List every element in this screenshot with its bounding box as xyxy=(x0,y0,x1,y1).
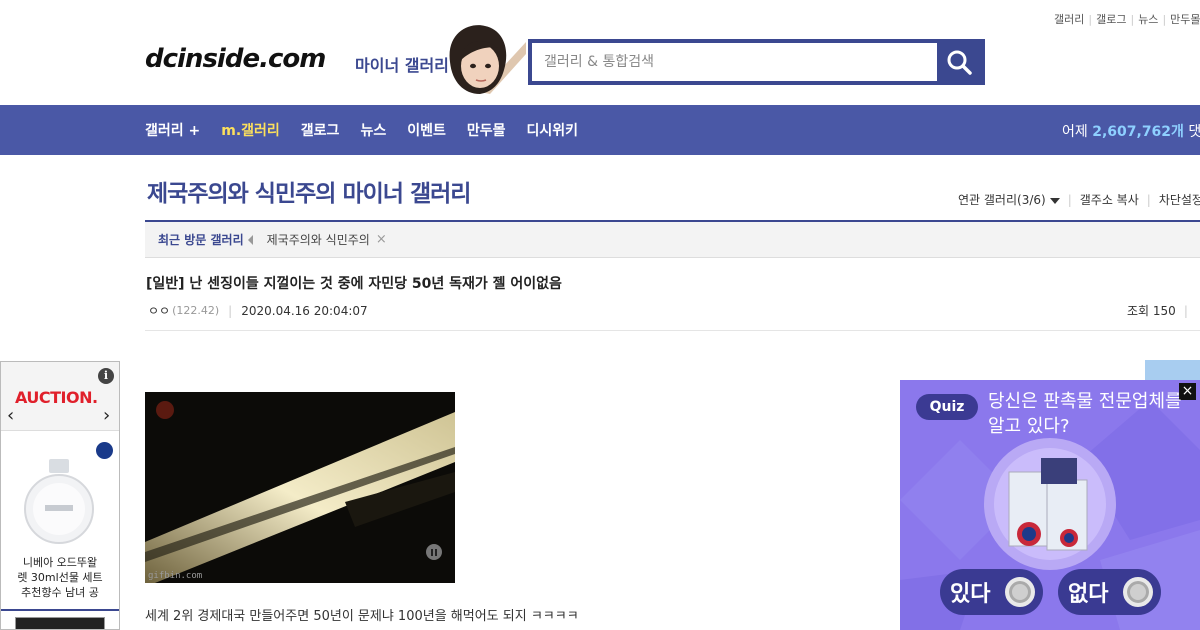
next-product-image xyxy=(15,617,105,629)
post-author-ip: (122.42) xyxy=(172,304,220,317)
post-views: 조회 150 | xyxy=(1127,302,1196,319)
separator: | xyxy=(228,303,233,318)
ad-header: AUCTION. i ‹ › xyxy=(1,362,119,431)
top-link-gallog[interactable]: 갤로그 xyxy=(1096,13,1126,26)
separator: | xyxy=(1146,192,1151,207)
radio-icon xyxy=(1123,577,1153,607)
search-input[interactable] xyxy=(532,43,937,81)
separator: | xyxy=(1088,13,1093,26)
search-button[interactable] xyxy=(937,43,981,81)
close-icon[interactable]: × xyxy=(376,232,387,247)
yesterday-stats: 어제 2,607,762개 댓글 xyxy=(1062,121,1200,141)
nav-wiki[interactable]: 디시위키 xyxy=(526,120,578,140)
nav-mall[interactable]: 만두몰 xyxy=(467,120,506,140)
ad-caption: 니베아 오드뚜왈 렛 30ml선물 세트 추천향수 남녀 공 xyxy=(1,555,119,600)
nav-event[interactable]: 이벤트 xyxy=(407,120,446,140)
copy-address-link[interactable]: 갤주소 복사 xyxy=(1080,191,1139,208)
top-link-gallery[interactable]: 갤러리 xyxy=(1054,13,1084,26)
related-galleries-button[interactable]: 연관 갤러리(3/6) xyxy=(958,191,1060,208)
ad-caption-line: 니베아 오드뚜왈 xyxy=(22,556,98,569)
auction-logo: AUCTION. xyxy=(15,388,98,407)
block-settings-link[interactable]: 차단설정 xyxy=(1159,191,1200,208)
ad-divider xyxy=(1,609,119,611)
separator: | xyxy=(1067,192,1072,207)
main-nav: 갤러리 + m.갤러리 갤로그 뉴스 이벤트 만두몰 디시위키 어제 2,607… xyxy=(0,105,1200,155)
search-box xyxy=(528,39,985,85)
nav-gallog[interactable]: 갤로그 xyxy=(301,120,340,140)
divider xyxy=(145,330,1200,331)
quiz-yes-button[interactable]: 있다 xyxy=(940,569,1043,615)
post-gif-image[interactable]: gifbin.com xyxy=(145,392,455,583)
site-logo[interactable]: dcinside.com xyxy=(145,44,326,74)
gif-frame xyxy=(145,392,455,583)
ad-caption-line: 렛 30ml선물 세트 xyxy=(17,571,103,584)
nav-news[interactable]: 뉴스 xyxy=(360,120,386,140)
caret-down-icon xyxy=(1049,198,1060,204)
ad-caption-line: 추천향수 남녀 공 xyxy=(21,586,99,599)
left-side-ad[interactable]: AUCTION. i ‹ › 니베아 오드뚜왈 렛 30ml선물 세트 추천향수… xyxy=(0,361,120,630)
recent-galleries-label: 최근 방문 갤러리 xyxy=(158,233,244,247)
mascot-avatar xyxy=(440,22,526,98)
stats-suffix: 댓글 xyxy=(1188,124,1200,140)
quiz-yes-label: 있다 xyxy=(950,582,991,607)
gif-credit: gifbin.com xyxy=(148,571,203,581)
separator: | xyxy=(1162,13,1167,26)
post-date: 2020.04.16 20:04:07 xyxy=(241,303,368,318)
search-icon xyxy=(947,50,972,75)
stats-prefix: 어제 xyxy=(1062,124,1088,140)
minor-gallery-label[interactable]: 마이너 갤러리 xyxy=(355,52,449,76)
info-icon[interactable]: i xyxy=(98,368,114,384)
stats-value: 2,607,762개 xyxy=(1092,124,1184,140)
top-link-news[interactable]: 뉴스 xyxy=(1138,13,1158,26)
quiz-tag: Quiz xyxy=(916,394,978,420)
recent-gallery-item[interactable]: 제국주의와 식민주의 xyxy=(267,231,370,248)
gallery-links: 연관 갤러리(3/6) | 갤주소 복사 | 차단설정 xyxy=(958,191,1200,208)
nav-gallery-plus[interactable]: 갤러리 + xyxy=(145,120,200,140)
post-author[interactable]: ㅇㅇ xyxy=(148,302,170,319)
recent-galleries-bar: 최근 방문 갤러리 제국주의와 식민주의 × xyxy=(145,220,1200,258)
caret-left-icon[interactable] xyxy=(247,234,253,245)
top-link-mall[interactable]: 만두몰 xyxy=(1170,13,1200,26)
quiz-question: 당신은 판촉물 전문업체를 알고 있다? xyxy=(988,391,1182,437)
quiz-no-button[interactable]: 없다 xyxy=(1058,569,1161,615)
chevron-left-icon[interactable]: ‹ xyxy=(7,407,14,425)
post-title: [일반] 난 센징이들 지껄이는 것 중에 자민당 50년 독재가 젤 어이없음 xyxy=(146,276,562,292)
post-body-text: 세계 2위 경제대국 만들어주면 50년이 문제냐 100년을 해먹어도 되지 … xyxy=(145,609,579,624)
related-galleries-label: 연관 갤러리(3/6) xyxy=(958,193,1046,207)
side-tab xyxy=(1145,360,1200,380)
post-meta: ㅇㅇ (122.42) | 2020.04.16 20:04:07 xyxy=(148,302,368,319)
separator: | xyxy=(1183,304,1188,318)
nav-minor-gallery[interactable]: m.갤러리 xyxy=(221,120,280,140)
top-utility-links: 갤러리 | 갤로그 | 뉴스 | 만두몰 xyxy=(1054,11,1200,27)
pause-icon[interactable] xyxy=(426,544,442,560)
quiz-product-image xyxy=(984,438,1116,570)
quiz-ad[interactable]: × Quiz 당신은 판촉물 전문업체를 알고 있다? 있다 없다 xyxy=(900,380,1200,630)
perfume-bottle-image xyxy=(24,459,94,544)
gallery-title[interactable]: 제국주의와 식민주의 마이너 갤러리 xyxy=(147,174,471,208)
radio-icon xyxy=(1005,577,1035,607)
chevron-right-icon[interactable]: › xyxy=(103,407,110,425)
separator: | xyxy=(1130,13,1135,26)
view-count: 조회 150 xyxy=(1127,304,1176,318)
quiz-no-label: 없다 xyxy=(1068,582,1109,607)
